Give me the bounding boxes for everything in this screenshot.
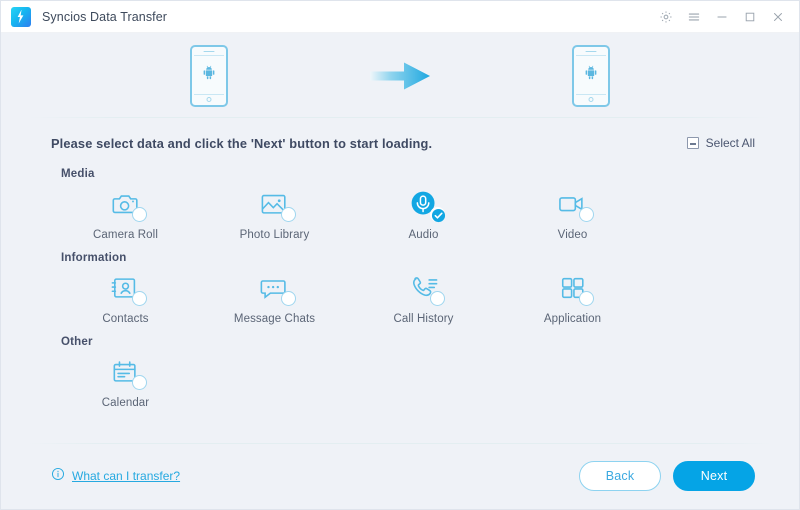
selection-badge[interactable] (131, 291, 147, 306)
selection-badge[interactable] (429, 207, 445, 223)
help-link-label: What can I transfer? (72, 469, 181, 483)
header-divider (29, 117, 771, 118)
selection-badge[interactable] (131, 207, 147, 222)
device-transfer-header (1, 33, 799, 118)
tile-label: Photo Library (239, 229, 310, 241)
chat-bubble-icon (253, 268, 297, 308)
app-title: Syncios Data Transfer (42, 9, 168, 24)
tile-label: Call History (393, 313, 454, 325)
tile-photo-library[interactable]: Photo Library (200, 184, 349, 250)
group-information: Information Contacts Message Chats Call … (51, 252, 749, 334)
footer-bar: What can I transfer? Back Next (1, 443, 799, 509)
footer-buttons: Back Next (579, 461, 755, 491)
title-bar: Syncios Data Transfer (1, 1, 799, 33)
tile-label: Camera Roll (92, 229, 158, 241)
tile-label: Contacts (102, 313, 149, 325)
tile-call-history[interactable]: Call History (349, 268, 498, 334)
info-circle-icon (51, 467, 65, 486)
syncios-window: Syncios Data Transfer Please select data… (0, 0, 800, 510)
settings-button[interactable] (653, 5, 679, 29)
tile-camera-roll[interactable]: Camera Roll (51, 184, 200, 250)
app-grid-icon (551, 268, 595, 308)
camera-icon (104, 184, 148, 224)
contact-card-icon (104, 268, 148, 308)
tile-label: Audio (408, 229, 439, 241)
close-button[interactable] (765, 5, 791, 29)
android-phone-icon (583, 63, 600, 85)
menu-button[interactable] (681, 5, 707, 29)
group-title: Media (61, 168, 95, 180)
selection-badge[interactable] (578, 291, 594, 306)
maximize-button[interactable] (737, 5, 763, 29)
tile-label: Message Chats (233, 313, 316, 325)
selection-badge[interactable] (578, 207, 594, 222)
tile-calendar[interactable]: Calendar (51, 352, 200, 418)
phone-call-icon (402, 268, 446, 308)
instruction-text: Please select data and click the 'Next' … (51, 135, 433, 151)
tile-label: Application (543, 313, 602, 325)
selection-badge[interactable] (429, 291, 445, 306)
group-media: Media Camera Roll Photo Library Audio Vi… (51, 168, 749, 250)
tile-message-chats[interactable]: Message Chats (200, 268, 349, 334)
tile-contacts[interactable]: Contacts (51, 268, 200, 334)
selection-badge[interactable] (280, 291, 296, 306)
selection-badge[interactable] (280, 207, 296, 222)
tile-application[interactable]: Application (498, 268, 647, 334)
target-device[interactable] (572, 44, 610, 107)
minimize-button[interactable] (709, 5, 735, 29)
selection-badge[interactable] (131, 375, 147, 390)
select-all-toggle[interactable]: Select All (686, 136, 755, 150)
calendar-icon (104, 352, 148, 392)
source-device[interactable] (190, 44, 228, 107)
video-camera-icon (551, 184, 595, 224)
select-all-label: Select All (705, 136, 755, 150)
syncios-logo-icon (11, 6, 31, 27)
indeterminate-checkbox-icon[interactable] (686, 137, 699, 149)
tile-label: Calendar (101, 397, 150, 409)
back-button[interactable]: Back (579, 461, 661, 491)
right-arrow-icon (368, 58, 432, 94)
android-phone-icon (201, 63, 218, 85)
photo-icon (253, 184, 297, 224)
next-button[interactable]: Next (673, 461, 755, 491)
footer-divider (29, 443, 771, 444)
instruction-row: Please select data and click the 'Next' … (1, 118, 799, 168)
group-title: Other (61, 336, 93, 348)
tile-audio[interactable]: Audio (349, 184, 498, 250)
group-title: Information (61, 252, 127, 264)
microphone-icon (402, 184, 446, 224)
window-controls (653, 5, 791, 29)
what-can-i-transfer-link[interactable]: What can I transfer? (51, 467, 180, 486)
tile-label: Video (557, 229, 588, 241)
data-type-groups: Media Camera Roll Photo Library Audio Vi… (1, 168, 799, 443)
group-other: Other Calendar (51, 336, 749, 418)
tile-video[interactable]: Video (498, 184, 647, 250)
